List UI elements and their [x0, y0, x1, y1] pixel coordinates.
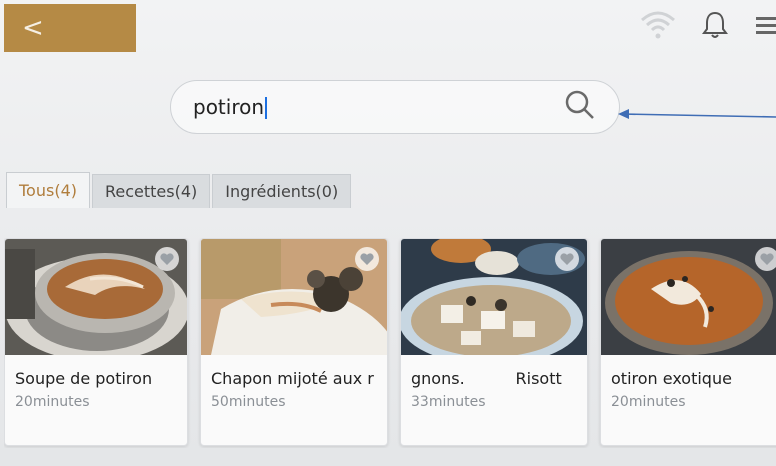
recipe-card[interactable]: Soupe de potiron 20minutes — [4, 238, 188, 446]
search-input[interactable]: potiron — [193, 95, 563, 120]
recipe-time: 20minutes — [611, 394, 686, 410]
favorite-icon[interactable] — [155, 247, 179, 271]
recipe-image — [5, 239, 187, 355]
tab-all[interactable]: Tous(4) — [6, 172, 90, 208]
search-icon[interactable] — [563, 88, 597, 126]
annotation-arrow — [618, 109, 776, 119]
menu-icon[interactable] — [754, 11, 776, 39]
search-query: potiron — [193, 94, 265, 119]
tab-ingredients[interactable]: Ingrédients(0) — [212, 174, 352, 208]
tab-recipes[interactable]: Recettes(4) — [91, 174, 211, 208]
recipe-image — [201, 239, 387, 355]
top-icons — [640, 10, 776, 40]
recipe-title: gnons. Risott — [411, 369, 562, 388]
back-button[interactable]: < — [4, 4, 136, 52]
recipe-title: Soupe de potiron — [15, 369, 153, 388]
recipe-image — [401, 239, 587, 355]
recipe-card[interactable]: Chapon mijoté aux r 50minutes — [200, 238, 388, 446]
recipe-card[interactable]: otiron exotique 20minutes — [600, 238, 776, 446]
recipe-time: 33minutes — [411, 394, 486, 410]
search-bar[interactable]: potiron — [170, 80, 620, 134]
bell-icon[interactable] — [702, 10, 728, 40]
recipe-image — [601, 239, 776, 355]
result-tabs: Tous(4) Recettes(4) Ingrédients(0) — [6, 172, 353, 208]
recipe-title: Chapon mijoté aux r — [211, 369, 374, 388]
recipe-time: 20minutes — [15, 394, 90, 410]
favorite-icon[interactable] — [355, 247, 379, 271]
recipe-time: 50minutes — [211, 394, 286, 410]
favorite-icon[interactable] — [555, 247, 579, 271]
back-icon: < — [22, 13, 44, 43]
favorite-icon[interactable] — [755, 247, 776, 271]
wifi-icon — [640, 10, 676, 40]
text-cursor — [265, 97, 268, 120]
recipe-title: otiron exotique — [611, 369, 732, 388]
recipe-results: Soupe de potiron 20minutes Chapon mijoté… — [4, 238, 776, 448]
recipe-card[interactable]: gnons. Risott 33minutes — [400, 238, 588, 446]
